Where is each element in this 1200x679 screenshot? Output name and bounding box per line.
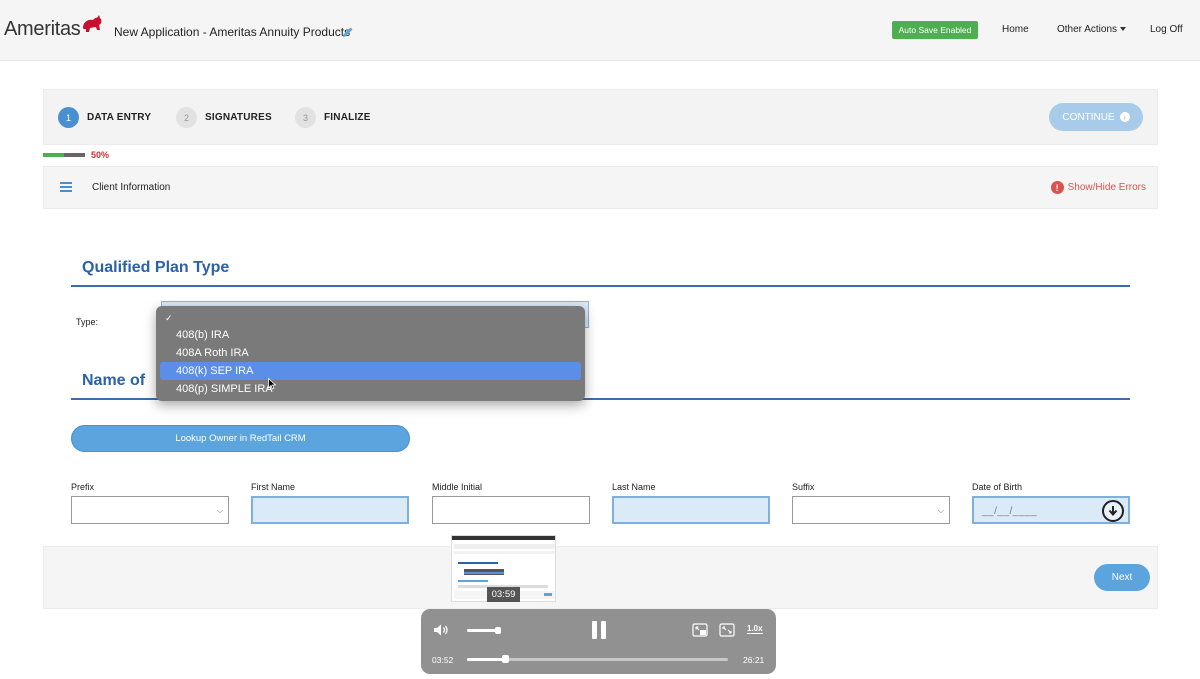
dob-input[interactable]: __/__/____ bbox=[972, 496, 1130, 524]
chevron-down-icon: ⌵ bbox=[937, 506, 944, 515]
bison-logo-icon bbox=[83, 15, 102, 32]
middle-initial-label: Middle Initial bbox=[432, 482, 483, 492]
dropdown-option[interactable]: 408A Roth IRA bbox=[160, 344, 581, 362]
auto-save-badge: Auto Save Enabled bbox=[892, 21, 978, 39]
seek-bar-knob[interactable] bbox=[502, 655, 509, 663]
continue-label: CONTINUE bbox=[1062, 111, 1115, 123]
current-time: 03:52 bbox=[432, 655, 454, 665]
step-number: 2 bbox=[176, 107, 197, 128]
step-label: FINALIZE bbox=[324, 112, 371, 123]
pencil-edit-icon[interactable] bbox=[342, 26, 354, 38]
video-player-controls: 1.0x 03:52 26:21 bbox=[421, 609, 776, 674]
step-label: DATA ENTRY bbox=[87, 112, 152, 123]
last-name-input[interactable] bbox=[612, 496, 770, 524]
plan-type-dropdown[interactable]: ✓ 408(b) IRA 408A Roth IRA 408(k) SEP IR… bbox=[156, 306, 585, 401]
pause-icon[interactable] bbox=[592, 621, 606, 639]
owner-heading: Name of bbox=[82, 372, 146, 389]
suffix-select[interactable]: ⌵ bbox=[792, 496, 950, 524]
chevron-down-icon: ⌵ bbox=[216, 506, 223, 515]
brand-logo[interactable]: Ameritas bbox=[4, 18, 81, 41]
fullscreen-icon[interactable] bbox=[719, 623, 735, 637]
dropdown-option-highlighted[interactable]: 408(k) SEP IRA bbox=[160, 362, 581, 380]
first-name-input[interactable] bbox=[251, 496, 409, 524]
wizard-steps: 1 DATA ENTRY 2 SIGNATURES 3 FINALIZE CON… bbox=[43, 89, 1158, 145]
footer-bar bbox=[43, 546, 1158, 609]
arrow-down-circle-icon[interactable] bbox=[1102, 500, 1124, 522]
progress-bar bbox=[43, 153, 85, 157]
seek-bar-fill bbox=[467, 658, 505, 661]
playback-speed-button[interactable]: 1.0x bbox=[747, 624, 763, 634]
first-name-label: First Name bbox=[251, 482, 296, 492]
section-title: Client Information bbox=[92, 182, 171, 193]
volume-icon[interactable] bbox=[433, 623, 451, 637]
lookup-owner-button[interactable]: Lookup Owner in RedTail CRM bbox=[71, 425, 410, 452]
type-label: Type: bbox=[76, 317, 99, 327]
last-name-label: Last Name bbox=[612, 482, 656, 492]
dropdown-option[interactable]: 408(p) SIMPLE IRA bbox=[160, 380, 581, 398]
errors-label: Show/Hide Errors bbox=[1067, 182, 1146, 193]
step-label: SIGNATURES bbox=[205, 112, 272, 123]
qualified-plan-heading: Qualified Plan Type bbox=[82, 259, 230, 276]
progress-fill bbox=[43, 153, 64, 157]
show-hide-errors-link[interactable]: ! Show/Hide Errors bbox=[1050, 181, 1146, 194]
section-bar: Client Information ! Show/Hide Errors bbox=[43, 166, 1158, 209]
other-actions-label: Other Actions bbox=[1057, 24, 1118, 35]
logoff-link[interactable]: Log Off bbox=[1150, 24, 1183, 35]
step-data-entry[interactable]: 1 DATA ENTRY bbox=[58, 107, 151, 128]
error-alert-icon: ! bbox=[1050, 181, 1064, 194]
preview-timestamp: 03:59 bbox=[487, 587, 520, 602]
dob-placeholder: __/__/____ bbox=[982, 506, 1038, 517]
step-number: 3 bbox=[295, 107, 316, 128]
middle-initial-input[interactable] bbox=[432, 496, 590, 524]
step-finalize[interactable]: 3 FINALIZE bbox=[295, 107, 371, 128]
menu-icon[interactable] bbox=[60, 182, 72, 192]
checkmark-icon: ✓ bbox=[165, 313, 173, 323]
total-time: 26:21 bbox=[743, 655, 765, 665]
step-signatures[interactable]: 2 SIGNATURES bbox=[176, 107, 272, 128]
suffix-label: Suffix bbox=[792, 482, 815, 492]
prefix-label: Prefix bbox=[71, 482, 95, 492]
top-header: Ameritas New Application - Ameritas Annu… bbox=[0, 0, 1200, 61]
home-link[interactable]: Home bbox=[1002, 24, 1029, 35]
mouse-pointer-icon bbox=[268, 378, 276, 390]
application-title: New Application - Ameritas Annuity Produ… bbox=[114, 25, 351, 39]
dropdown-option[interactable]: 408(b) IRA bbox=[160, 326, 581, 344]
progress-percent: 50% bbox=[91, 150, 110, 160]
divider bbox=[71, 285, 1130, 287]
picture-in-picture-icon[interactable] bbox=[692, 623, 708, 637]
step-number: 1 bbox=[58, 107, 79, 128]
other-actions-menu[interactable]: Other Actions bbox=[1057, 24, 1127, 35]
next-button[interactable]: Next bbox=[1094, 564, 1150, 591]
caret-down-icon bbox=[1120, 27, 1127, 32]
volume-slider-knob[interactable] bbox=[495, 627, 501, 634]
dob-label: Date of Birth bbox=[972, 482, 1023, 492]
arrow-right-circle-icon: › bbox=[1119, 112, 1130, 122]
continue-button[interactable]: CONTINUE › bbox=[1049, 103, 1143, 131]
prefix-select[interactable]: ⌵ bbox=[71, 496, 229, 524]
